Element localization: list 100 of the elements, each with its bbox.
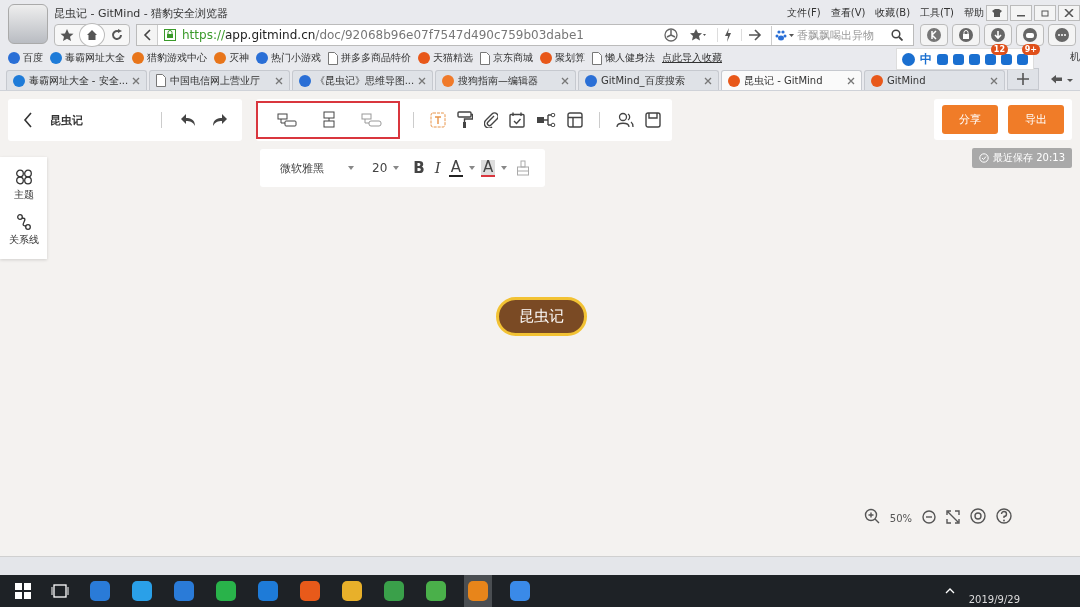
bookmark-item[interactable]: 猎豹游戏中心 [132,51,207,65]
check-circle-icon [979,153,989,163]
font-size-select[interactable]: 20 [372,161,388,175]
menu-item[interactable]: 查看(V) [830,6,866,20]
bookmark-item[interactable]: 聚划算 [540,51,585,65]
page-icon [328,51,338,65]
bookmark-label: 猎豹游戏中心 [147,51,207,65]
bookmark-item[interactable]: 灭神 [214,51,249,65]
taskbar-clock: 2019/9/29 [968,594,1021,607]
tab-label: GitMind_百度搜索 [601,73,686,88]
font-family-select[interactable]: 微软雅黑 [280,160,342,176]
browser-tab[interactable]: 搜狗指南—编辑器 [435,70,576,90]
back-icon[interactable] [137,25,158,45]
browser-tab[interactable]: 中国电信网上营业厅 [149,70,290,90]
bookmark-label: 百度 [23,51,43,65]
bookmark-label: 懒人健身法 [605,51,655,65]
browser-tab[interactable]: 昆虫记 - GitMind [721,70,862,90]
bookmark-item[interactable]: 热门小游戏 [256,51,321,65]
close-icon[interactable] [561,76,569,85]
bookmark-label: 拼多多商品特价 [341,51,411,65]
browser-logo-icon [8,4,48,44]
bookmark-item[interactable]: 京东商城 [480,51,533,65]
tab-label: 毒霸网址大全 - 安全... [28,73,129,88]
page-icon [480,51,490,65]
fan-icon[interactable] [661,28,681,42]
browser-tab[interactable]: GitMind_百度搜索 [578,70,719,90]
ime-tool-icon[interactable] [985,53,996,65]
layout-icon[interactable] [564,112,586,128]
side-panel-item[interactable]: 关系线 [0,210,47,251]
ime-tool-icon[interactable] [969,53,980,65]
bookmark-label: 京东商城 [493,51,533,65]
bookmark-item[interactable]: 拼多多商品特价 [328,51,411,65]
chinese-mode-toggle[interactable]: 中 [920,50,932,68]
tab-label: GitMind [887,75,927,86]
paint-roller-icon[interactable] [454,111,476,129]
bookmark-label: 灭神 [229,51,249,65]
mind-map-root-node[interactable]: 昆虫记 [495,297,587,336]
ime-tool-icon[interactable] [937,53,948,65]
close-icon[interactable] [847,76,855,85]
browser-tab[interactable]: 《昆虫记》思维导图... [292,70,433,90]
search-field[interactable]: 香飘飘喝出异物 [771,25,911,45]
italic-button[interactable]: I [432,159,443,177]
bookmark-item[interactable]: 百度 [8,51,43,65]
bookmark-label: 毒霸网址大全 [65,51,125,65]
lock-icon [164,29,176,41]
notification-badge: 9+ [1021,44,1040,55]
page-icon [156,74,166,87]
close-icon[interactable] [275,76,283,85]
menu-item[interactable]: 收藏(B) [875,6,911,20]
close-icon[interactable] [704,76,712,85]
tab-label: 搜狗指南—编辑器 [458,73,539,88]
zoom-level: 50% [889,512,912,524]
caret-icon[interactable] [468,166,475,170]
gamepad-icon[interactable] [1016,24,1044,46]
bold-button[interactable]: B [411,159,427,177]
bookmark-item[interactable]: 懒人健身法 [592,51,655,65]
browser-tab[interactable]: GitMind [864,70,1005,90]
tab-label: 《昆虫记》思维导图... [314,73,415,88]
calendar-check-icon[interactable] [506,112,528,128]
document-title: 昆虫记 [50,112,84,128]
save-icon[interactable] [642,112,664,128]
font-color-button[interactable]: A [448,159,463,177]
side-panel-item[interactable]: 主题 [0,165,47,206]
url-text: https://app.gitmind.cn/doc/92068b96e07f7547d490c759b03dabe1 [182,28,585,42]
close-icon[interactable] [418,76,426,85]
menu-item[interactable]: 工具(T) [920,6,954,20]
relation-line-icon [15,214,32,230]
home-icon[interactable] [79,23,105,47]
close-icon[interactable] [990,76,998,85]
more-icon[interactable] [1048,24,1076,46]
new-tab-icon[interactable] [1007,68,1039,90]
paperclip-icon[interactable] [481,112,501,128]
ime-tool-icon[interactable] [1017,53,1028,65]
bookmark-item[interactable]: 机 [1070,51,1080,64]
bookmark-item[interactable]: 毒霸网址大全 [50,51,125,65]
download-icon[interactable] [984,24,1012,46]
page-icon [592,51,602,65]
users-icon[interactable] [613,112,637,128]
caret-icon[interactable] [348,166,354,170]
browser-tab[interactable]: 毒霸网址大全 - 安全... [6,70,147,90]
minimize-icon[interactable] [1010,5,1032,21]
import-bookmarks-link[interactable]: 点此导入收藏 [662,51,722,65]
add-child-node-icon[interactable] [274,112,300,128]
highlight-color-button[interactable]: A [480,159,496,177]
menu-item[interactable]: 帮助 [964,6,984,20]
save-status-text: 最近保存 20:13 [993,151,1065,165]
ime-tool-icon[interactable] [1001,53,1012,65]
ime-tool-icon[interactable] [953,53,964,65]
address-bar[interactable]: https://app.gitmind.cn/doc/92068b96e07f7547d490c759b03dabe1 香飘飘喝出异物 [136,24,914,46]
four-circles-icon [14,169,33,185]
bookmark-label: 热门小游戏 [271,51,321,65]
close-icon[interactable] [132,76,140,85]
bookmark-item[interactable]: 天猫精选 [418,51,473,65]
tab-label: 昆虫记 - GitMind [744,73,824,88]
menu-item[interactable]: 文件(F) [787,6,821,20]
caret-icon[interactable] [501,166,508,170]
close-icon[interactable] [1058,5,1080,21]
caret-icon[interactable] [393,166,400,170]
bookmark-label: 天猫精选 [433,51,473,65]
skin-icon[interactable] [986,5,1008,21]
